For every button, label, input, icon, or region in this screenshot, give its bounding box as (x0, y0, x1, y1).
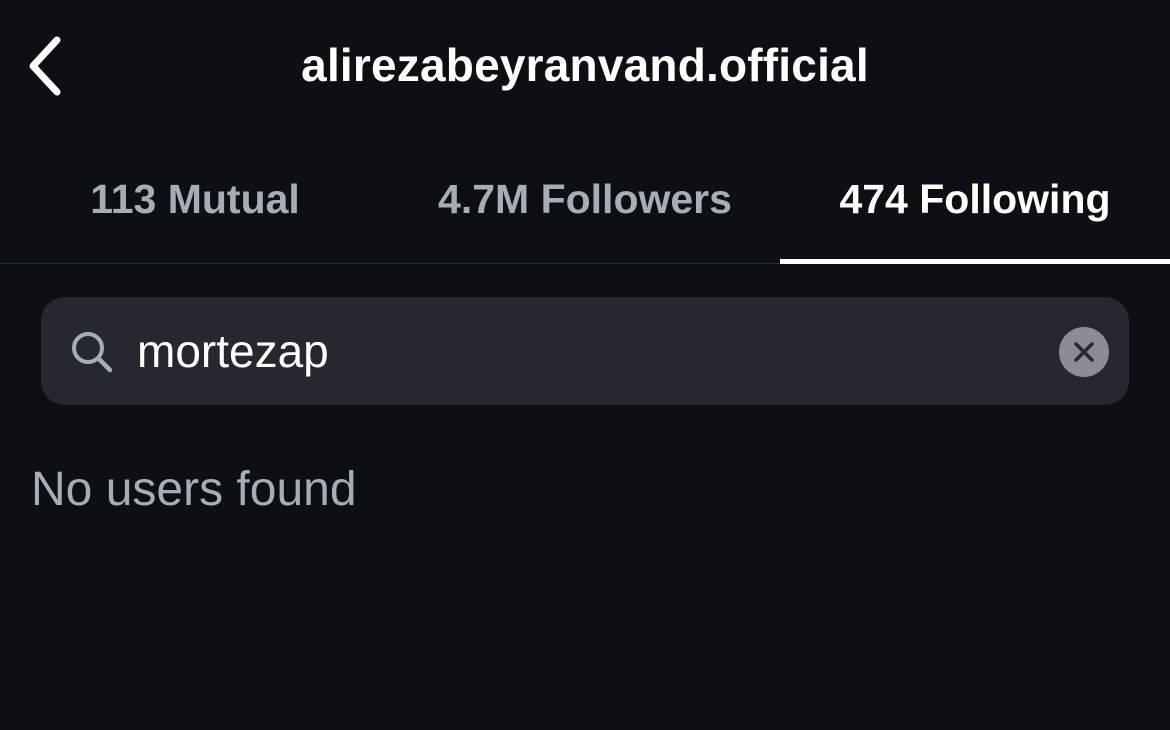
search-bar (41, 297, 1129, 405)
search-icon (72, 332, 113, 373)
clear-icon (1074, 342, 1094, 362)
search-input[interactable] (137, 313, 1037, 389)
tab-mutual[interactable]: 113 Mutual (0, 135, 390, 263)
tab-following[interactable]: 474 Following (780, 135, 1170, 263)
no-results-message: No users found (31, 463, 357, 516)
header: alirezabeyranvand.official (0, 0, 1170, 135)
active-tab-indicator (780, 259, 1170, 264)
page-title: alirezabeyranvand.official (301, 39, 869, 91)
clear-search-button[interactable] (1059, 327, 1109, 377)
following-list-screen: alirezabeyranvand.official 113 Mutual 4.… (0, 0, 1170, 730)
tab-bar: 113 Mutual 4.7M Followers 474 Following (0, 135, 1170, 264)
tab-followers[interactable]: 4.7M Followers (390, 135, 780, 263)
